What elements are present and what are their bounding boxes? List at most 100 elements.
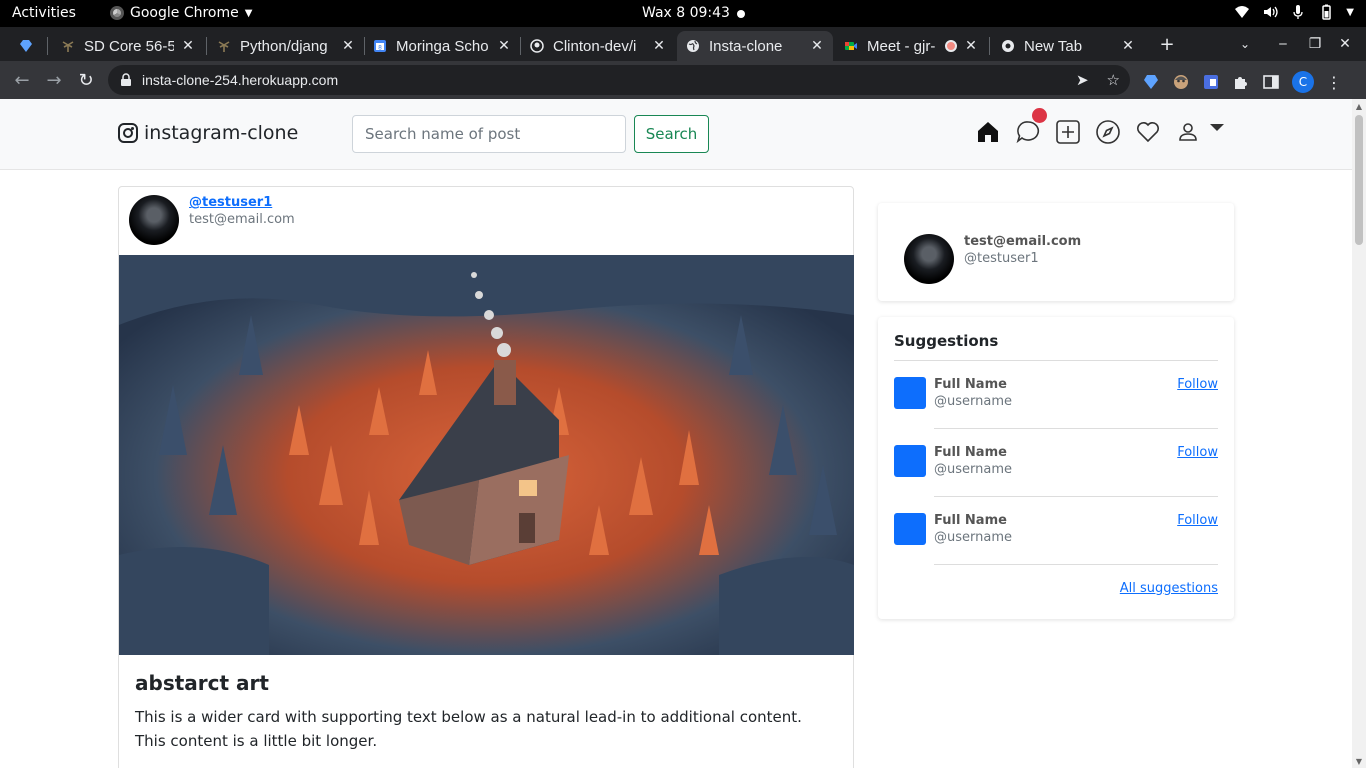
side-panel-icon[interactable] <box>1262 73 1280 91</box>
tab-title: New Tab <box>1024 37 1083 55</box>
close-icon[interactable]: ✕ <box>1120 38 1136 54</box>
tab-python-django[interactable]: Python/djang ✕ <box>208 31 364 61</box>
battery-icon <box>1322 4 1332 20</box>
notification-dot-icon <box>737 10 745 18</box>
suggestion-full-name: Full Name <box>934 513 1007 528</box>
explore-compass-icon[interactable] <box>1095 119 1121 145</box>
suggestion-item: Full Name @username Follow <box>894 429 1218 497</box>
user-profile-icon[interactable] <box>1175 119 1201 145</box>
shield-extension-icon[interactable] <box>1202 73 1220 91</box>
kebab-menu-icon[interactable]: ⋮ <box>1326 73 1342 92</box>
notification-badge <box>1032 108 1047 123</box>
instagram-logo-icon <box>118 123 138 143</box>
suggestion-avatar[interactable] <box>894 513 926 545</box>
volume-icon <box>1264 6 1278 18</box>
post-card: @testuser1 test@email.com abstarct art T… <box>118 186 854 768</box>
post-author-username[interactable]: @testuser1 <box>189 195 272 210</box>
suggestion-full-name: Full Name <box>934 377 1007 392</box>
back-arrow-icon[interactable]: ← <box>11 69 33 91</box>
post-title: abstarct art <box>135 671 269 695</box>
tab-moringa[interactable]: 8 Moringa Scho ✕ <box>364 31 520 61</box>
divider <box>934 564 1218 565</box>
reload-icon[interactable]: ↻ <box>75 69 97 91</box>
tab-github[interactable]: Clinton-dev/i ✕ <box>521 31 675 61</box>
profile-avatar-image[interactable] <box>904 234 954 284</box>
close-icon[interactable]: ✕ <box>809 38 825 54</box>
profile-avatar[interactable]: C <box>1292 71 1314 93</box>
suggestion-avatar[interactable] <box>894 377 926 409</box>
system-menu-chevron-icon: ▼ <box>1346 6 1354 18</box>
profile-email: test@email.com <box>964 234 1082 249</box>
tab-new-tab[interactable]: New Tab ✕ <box>992 31 1144 61</box>
follow-link[interactable]: Follow <box>1177 513 1218 528</box>
microphone-icon <box>1293 5 1303 19</box>
window-close-icon[interactable]: ✕ <box>1331 31 1359 57</box>
messages-icon[interactable] <box>1015 119 1041 145</box>
puzzle-extensions-icon[interactable] <box>1232 73 1250 91</box>
palm-icon <box>216 38 232 54</box>
page-scrollbar[interactable]: ▲ ▼ <box>1352 99 1366 768</box>
github-icon <box>529 38 545 54</box>
tab-google-meet[interactable]: Meet - gjr- ✕ <box>835 31 987 61</box>
follow-link[interactable]: Follow <box>1177 377 1218 392</box>
suggestions-heading: Suggestions <box>894 332 999 350</box>
suggestion-avatar[interactable] <box>894 445 926 477</box>
tab-sd-core[interactable]: SD Core 56-58 ✕ <box>52 31 204 61</box>
heart-icon[interactable] <box>1135 119 1161 145</box>
app-menu-label: Google Chrome <box>130 5 239 21</box>
brand-link[interactable]: instagram-clone <box>118 122 298 144</box>
activities-button[interactable]: Activities <box>12 5 76 21</box>
tab-title: Python/djang <box>240 37 328 55</box>
scroll-down-icon[interactable]: ▼ <box>1355 757 1363 766</box>
bookmark-star-icon[interactable]: ☆ <box>1107 71 1120 89</box>
close-icon[interactable]: ✕ <box>963 38 979 54</box>
scroll-up-icon[interactable]: ▲ <box>1355 102 1363 111</box>
face-extension-icon[interactable] <box>1172 73 1190 91</box>
search-input[interactable] <box>352 115 626 153</box>
close-icon[interactable]: ✕ <box>496 38 512 54</box>
profile-summary-card: test@email.com @testuser1 <box>878 203 1234 301</box>
browser-toolbar: ← → ↻ insta-clone-254.herokuapp.com ➤ ☆ … <box>0 61 1366 99</box>
tab-title: Moringa Scho <box>396 37 489 55</box>
follow-link[interactable]: Follow <box>1177 445 1218 460</box>
app-menu[interactable]: Google Chrome ▼ <box>110 5 252 21</box>
tab-strip: SD Core 56-58 ✕ Python/djang ✕ 8 Moringa… <box>0 27 1366 61</box>
new-tab-plus-icon[interactable]: + <box>1153 31 1181 57</box>
chrome-icon <box>1000 38 1016 54</box>
suggestion-item: Full Name @username Follow <box>894 497 1218 565</box>
post-author-avatar[interactable] <box>129 195 179 245</box>
send-icon[interactable]: ➤ <box>1076 71 1089 89</box>
url-text[interactable]: insta-clone-254.herokuapp.com <box>142 72 338 88</box>
suggestion-full-name: Full Name <box>934 445 1007 460</box>
search-button[interactable]: Search <box>634 115 709 153</box>
tab-insta-clone[interactable]: Insta-clone ✕ <box>677 31 833 61</box>
caret-down-icon[interactable] <box>1208 122 1226 134</box>
tab-title: Meet - gjr- <box>867 37 936 55</box>
forward-arrow-icon[interactable]: → <box>43 69 65 91</box>
tab-pinned[interactable] <box>10 31 44 61</box>
all-suggestions-link[interactable]: All suggestions <box>1120 581 1218 596</box>
suggestion-username: @username <box>934 394 1012 409</box>
add-post-icon[interactable] <box>1055 119 1081 145</box>
tab-search-chevron-icon[interactable]: ⌄ <box>1231 31 1259 57</box>
system-tray[interactable]: ▼ <box>1234 4 1354 20</box>
scrollbar-thumb[interactable] <box>1355 115 1363 245</box>
globe-icon <box>685 38 701 54</box>
clock[interactable]: Wax 8 09:43 <box>642 5 730 21</box>
address-bar[interactable]: insta-clone-254.herokuapp.com ➤ ☆ <box>108 65 1130 95</box>
close-icon[interactable]: ✕ <box>340 38 356 54</box>
minimize-icon[interactable]: ‒ <box>1269 31 1297 57</box>
lock-icon[interactable] <box>120 73 132 87</box>
diamond-extension-icon[interactable] <box>1142 73 1160 91</box>
tab-title: Clinton-dev/i <box>553 37 637 55</box>
meet-icon <box>843 38 859 54</box>
post-image[interactable] <box>119 255 854 655</box>
brand-name: instagram-clone <box>144 122 299 144</box>
maximize-icon[interactable]: ❐ <box>1301 31 1329 57</box>
suggestion-username: @username <box>934 530 1012 545</box>
suggestion-username: @username <box>934 462 1012 477</box>
close-icon[interactable]: ✕ <box>180 38 196 54</box>
home-icon[interactable] <box>975 119 1001 145</box>
close-icon[interactable]: ✕ <box>651 38 667 54</box>
post-author-email: test@email.com <box>189 212 295 227</box>
